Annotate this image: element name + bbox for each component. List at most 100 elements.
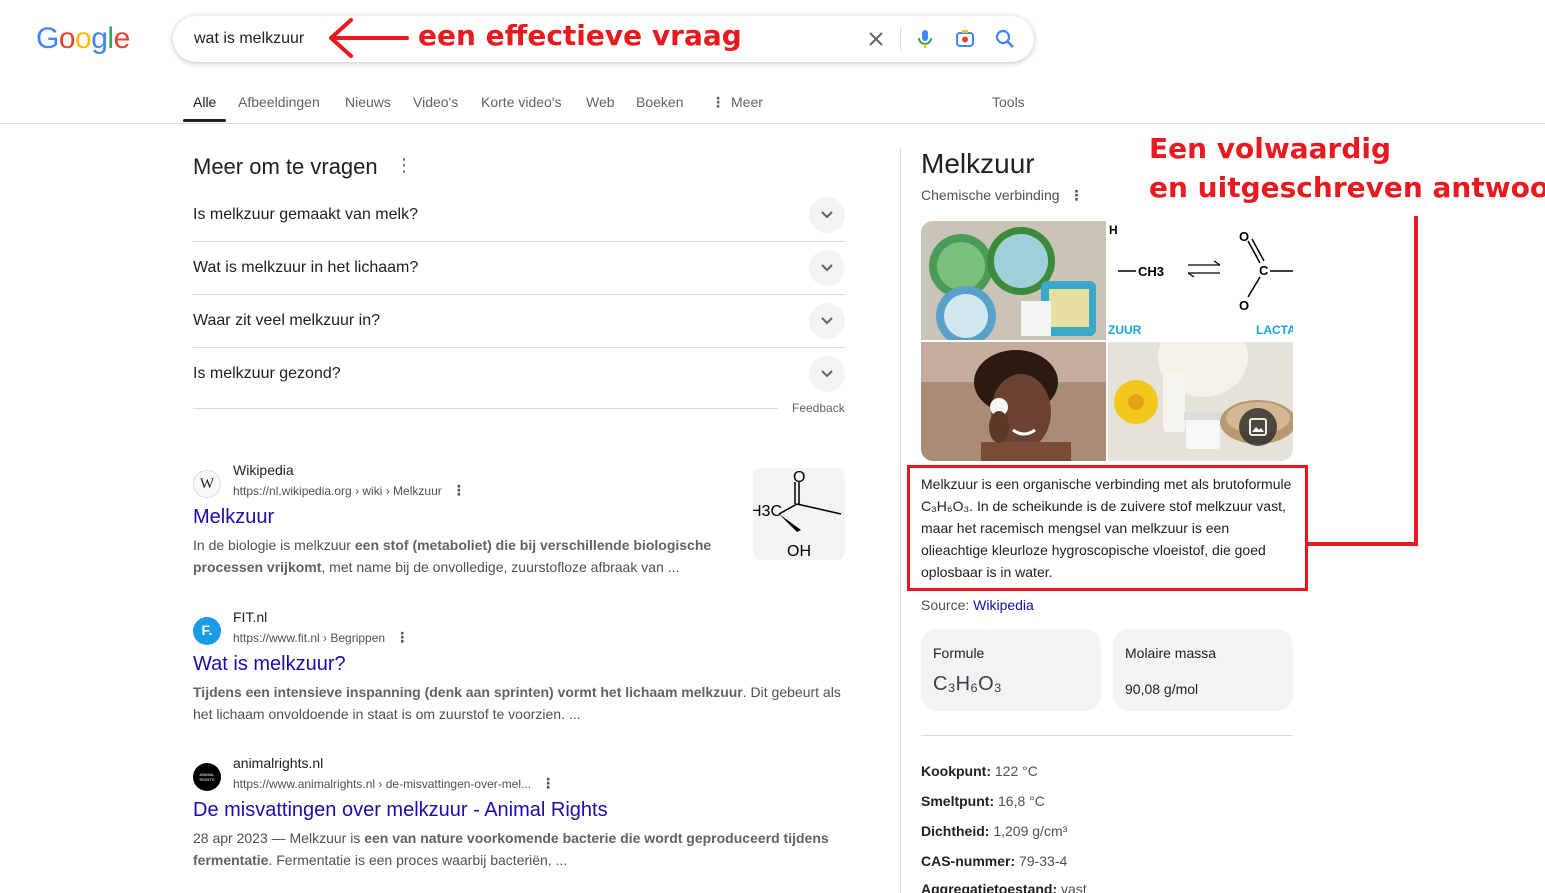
snippet-text: 28 apr 2023 — Melkzuur is (193, 830, 365, 846)
gallery-image-woman[interactable] (921, 342, 1106, 461)
tab-alle[interactable]: Alle (193, 94, 216, 110)
chevron-down-icon[interactable] (809, 197, 845, 233)
chevron-down-icon[interactable] (809, 303, 845, 339)
annotation-arrow (327, 18, 409, 67)
result-snippet: In de biologie is melkzuur een stof (met… (193, 534, 733, 578)
kp-fact-row: Aggregatietoestand: vast (921, 881, 1087, 893)
result-title-link[interactable]: Wat is melkzuur? (193, 653, 346, 676)
chevron-down-icon[interactable] (809, 250, 845, 286)
kp-fact-row: Smeltpunt: 16,8 °C (921, 793, 1045, 809)
structure-o-top-label: O (1239, 229, 1249, 244)
paa-question-text: Waar zit veel melkzuur in? (193, 312, 381, 329)
paa-question-text: Is melkzuur gemaakt van melk? (193, 206, 418, 223)
kp-source-label: Source: (921, 597, 970, 613)
kp-description: Melkzuur is een organische verbinding me… (921, 476, 1292, 580)
kp-fact-row: CAS-nummer: 79-33-4 (921, 853, 1067, 869)
camera-lens-icon[interactable] (953, 27, 977, 51)
wikipedia-favicon-icon: W (193, 470, 221, 498)
tab-nieuws[interactable]: Nieuws (345, 94, 391, 110)
paa-more-icon[interactable]: ⋮ (395, 155, 413, 176)
kp-image-gallery[interactable]: H CH3 O C O ZUUR LACTA (921, 221, 1293, 461)
kp-source: Source: Wikipedia (921, 597, 1034, 613)
fact-label[interactable]: Dichtheid: (921, 823, 989, 839)
paa-question[interactable]: Is melkzuur gezond? (193, 348, 845, 401)
result-url-text: https://nl.wikipedia.org › wiki › Melkzu… (233, 484, 442, 498)
fact-label[interactable]: Kookpunt: (921, 763, 991, 779)
annotation-connector-vertical (1414, 216, 1418, 546)
card-label: Formule (933, 645, 985, 661)
tab-meer[interactable]: ⋮ Meer (711, 94, 763, 111)
clear-icon[interactable] (864, 27, 888, 51)
paa-question-text: Wat is melkzuur in het lichaam? (193, 259, 419, 276)
logo-letter: g (91, 22, 108, 55)
kp-fact-row: Kookpunt: 122 °C (921, 763, 1038, 779)
structure-ch3-label: CH3 (1138, 264, 1164, 279)
more-vert-icon[interactable]: ⋮ (1069, 187, 1083, 203)
tab-videos[interactable]: Video's (413, 94, 458, 110)
fact-value: 122 °C (994, 763, 1038, 779)
animalrights-favicon-icon: ANIMAL RIGHTS (193, 763, 221, 791)
result-url[interactable]: https://nl.wikipedia.org › wiki › Melkzu… (233, 482, 466, 499)
result-title-link[interactable]: Melkzuur (193, 506, 274, 529)
search-result: ANIMAL RIGHTS animalrights.nl https://ww… (193, 755, 853, 875)
result-title-link[interactable]: De misvattingen over melkzuur - Animal R… (193, 799, 608, 822)
structure-lacta-label: LACTA (1256, 323, 1293, 337)
annotation-question-label: een effectieve vraag (418, 19, 742, 52)
tab-boeken[interactable]: Boeken (636, 94, 683, 110)
kp-fact-card-formule[interactable]: Formule C₃H₆O₃ (921, 629, 1101, 711)
result-url[interactable]: https://www.animalrights.nl › de-misvatt… (233, 775, 555, 792)
result-url[interactable]: https://www.fit.nl › Begrippen ⋮ (233, 629, 409, 646)
tab-meer-label: Meer (731, 94, 763, 110)
paa-question[interactable]: Wat is melkzuur in het lichaam? (193, 242, 845, 295)
fact-value: 1,209 g/cm³ (993, 823, 1068, 839)
fact-label[interactable]: Smeltpunt: (921, 793, 994, 809)
search-tabs: Alle Afbeeldingen Nieuws Video's Korte v… (0, 84, 1545, 124)
chevron-down-icon[interactable] (809, 356, 845, 392)
card-value: 90,08 g/mol (1125, 681, 1199, 697)
more-vert-icon[interactable]: ⋮ (452, 482, 466, 498)
fact-label[interactable]: CAS-nummer: (921, 853, 1015, 869)
structure-o-bottom-label: O (1239, 298, 1249, 313)
result-snippet: Tijdens een intensieve inspanning (denk … (193, 681, 848, 725)
active-tab-indicator (183, 119, 226, 122)
tab-web[interactable]: Web (586, 94, 615, 110)
result-site-name[interactable]: FIT.nl (233, 609, 267, 625)
search-icon[interactable] (993, 27, 1017, 51)
paa-question[interactable]: Is melkzuur gemaakt van melk? (193, 189, 845, 242)
paa-heading: Meer om te vragen (193, 154, 378, 179)
result-url-text: https://www.animalrights.nl › de-misvatt… (233, 777, 532, 791)
gallery-image-structure[interactable]: H CH3 O C O ZUUR LACTA (1108, 221, 1293, 340)
more-vert-icon[interactable]: ⋮ (541, 775, 555, 791)
paa-question[interactable]: Waar zit veel melkzuur in? (193, 295, 845, 348)
tools-button[interactable]: Tools (992, 94, 1025, 110)
result-site-name[interactable]: Wikipedia (233, 462, 294, 478)
google-logo[interactable]: Google (36, 22, 130, 56)
structure-h-label: H (1109, 223, 1118, 237)
gallery-image-products[interactable] (921, 221, 1106, 340)
gallery-image-icon[interactable] (1239, 408, 1277, 446)
feedback-link[interactable]: Feedback (792, 401, 845, 415)
tab-afbeeldingen[interactable]: Afbeeldingen (238, 94, 320, 110)
annotation-answer-label-line2: en uitgeschreven antwoord (1149, 171, 1545, 204)
result-thumbnail[interactable]: O H3C OH (753, 468, 845, 560)
more-vert-icon[interactable]: ⋮ (395, 629, 409, 645)
atom-o-label: O (793, 469, 805, 486)
tab-korte-videos[interactable]: Korte video's (481, 94, 562, 110)
microphone-icon[interactable] (913, 27, 937, 51)
fact-label[interactable]: Aggregatietoestand: (921, 881, 1057, 893)
card-value: C₃H₆O₃ (933, 673, 1002, 695)
result-site-name[interactable]: animalrights.nl (233, 755, 323, 771)
logo-letter: o (75, 22, 92, 55)
snippet-bold: Tijdens een intensieve inspanning (denk … (193, 684, 743, 700)
search-result: F. FIT.nl https://www.fit.nl › Begrippen… (193, 609, 853, 729)
kp-separator (921, 735, 1293, 736)
knowledge-panel-divider (900, 148, 901, 893)
paa-question-text: Is melkzuur gezond? (193, 365, 341, 382)
search-input[interactable]: wat is melkzuur (194, 30, 304, 48)
more-vert-icon: ⋮ (711, 94, 725, 110)
kp-fact-card-molaire-massa[interactable]: Molaire massa 90,08 g/mol (1113, 629, 1293, 711)
kp-source-link[interactable]: Wikipedia (973, 597, 1034, 613)
kp-subtitle: Chemische verbinding ⋮ (921, 187, 1083, 204)
logo-letter: o (58, 22, 76, 55)
snippet-text: In de biologie is melkzuur (193, 537, 355, 553)
